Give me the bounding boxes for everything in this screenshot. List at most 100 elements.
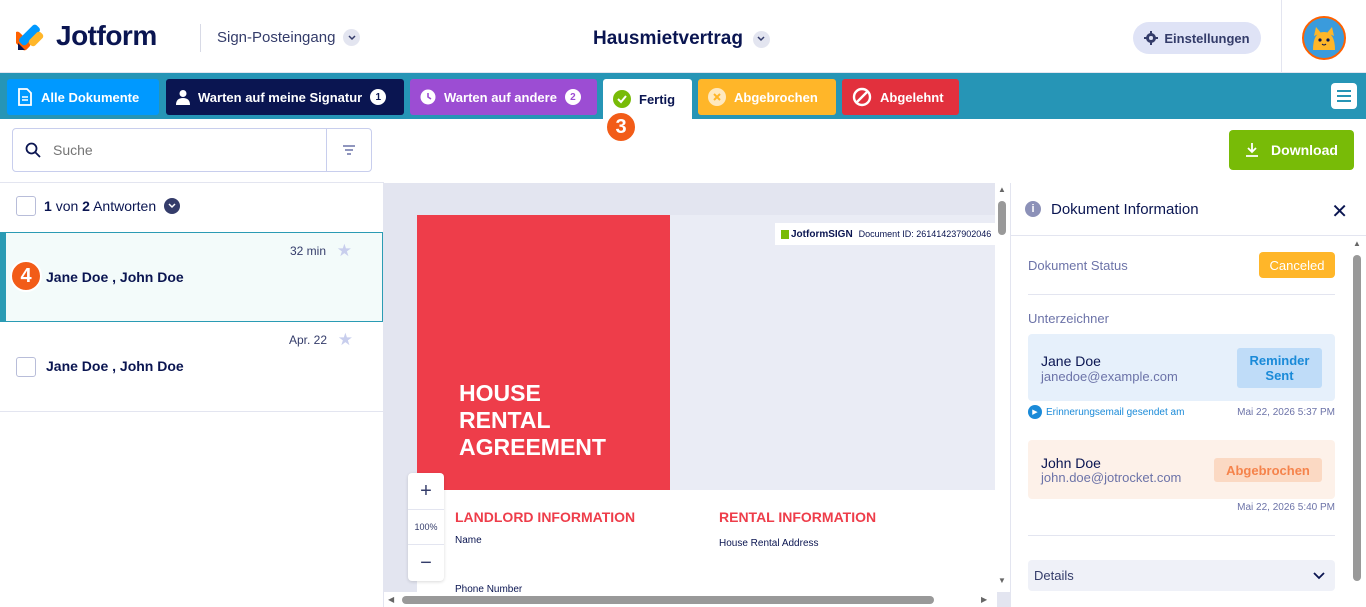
tab-declined-label: Abgelehnt	[880, 89, 944, 105]
status-badge: Canceled	[1259, 252, 1335, 278]
scroll-down-arrow[interactable]: ▼	[998, 576, 1006, 585]
prohibited-icon	[852, 87, 872, 107]
tab-declined[interactable]: Abgelehnt	[842, 79, 959, 115]
item-checkbox[interactable]	[16, 357, 36, 377]
rental-section-title: RENTAL INFORMATION	[719, 509, 877, 525]
avatar-cat-icon	[1304, 18, 1344, 58]
step-badge-4: 4	[10, 260, 42, 292]
divider	[1028, 535, 1335, 536]
jotform-sign-logo: JotformSIGN	[781, 229, 853, 240]
scrollbar-thumb[interactable]	[1353, 255, 1361, 581]
zoom-out-button[interactable]: −	[408, 545, 444, 581]
cover-title-line: AGREEMENT	[459, 434, 606, 460]
list-item[interactable]: Apr. 22 ★ Jane Doe , John Doe	[0, 322, 383, 412]
document-icon	[18, 88, 32, 106]
horizontal-scrollbar[interactable]: ◀ ▶	[384, 592, 995, 607]
cover-side-block	[670, 215, 997, 490]
cover-block: HOUSE RENTAL AGREEMENT	[417, 215, 670, 490]
name-field-label: Name	[455, 535, 482, 546]
scrollbar-thumb[interactable]	[998, 201, 1006, 235]
scroll-right-arrow[interactable]: ▶	[981, 595, 987, 604]
document-page: HOUSE RENTAL AGREEMENT JotformSIGN Docum…	[417, 215, 1005, 607]
count-of: von	[55, 198, 79, 214]
tab-waiting-others-label: Warten auf andere	[444, 89, 557, 105]
download-label: Download	[1271, 142, 1338, 158]
signer-status-badge: Reminder Sent	[1237, 348, 1322, 388]
count-total: 2	[82, 198, 90, 214]
item-time: 32 min	[289, 244, 326, 258]
settings-button[interactable]: Einstellungen	[1133, 22, 1261, 54]
search-input[interactable]	[53, 129, 326, 171]
chevron-down-icon[interactable]	[164, 198, 181, 214]
tab-done-label: Fertig	[639, 91, 676, 107]
search-icon	[13, 142, 53, 158]
settings-label: Einstellungen	[1164, 30, 1250, 46]
document-preview[interactable]: HOUSE RENTAL AGREEMENT JotformSIGN Docum…	[384, 183, 1010, 607]
scroll-up-arrow[interactable]: ▲	[998, 185, 1006, 194]
star-icon[interactable]: ★	[338, 330, 353, 350]
tab-waiting-my-signature[interactable]: Warten auf meine Signatur 1	[166, 79, 404, 115]
inbox-selector[interactable]: Sign-Posteingang	[217, 29, 361, 46]
scroll-up-arrow[interactable]: ▲	[1353, 239, 1361, 248]
close-icon[interactable]: ✕	[1331, 199, 1348, 224]
zoom-in-button[interactable]: +	[408, 473, 444, 509]
tab-canceled-label: Abgebrochen	[734, 89, 818, 105]
tab-canceled[interactable]: Abgebrochen	[698, 79, 836, 115]
jotform-logo[interactable]: Jotform	[16, 20, 157, 52]
hamburger-menu-button[interactable]	[1331, 83, 1357, 109]
signer-card: John Doe john.doe@jotrocket.com Abgebroc…	[1028, 440, 1335, 499]
signers-label: Unterzeichner	[1028, 311, 1109, 326]
vertical-scrollbar[interactable]: ▲ ▼	[995, 183, 1010, 592]
signer-card: Jane Doe janedoe@example.com Reminder Se…	[1028, 334, 1335, 401]
chevron-down-icon	[343, 29, 361, 46]
details-accordion[interactable]: Details	[1028, 560, 1335, 591]
menu-line	[1337, 100, 1351, 102]
submission-list: 1 von 2 Antworten 32 min ★ Jane Doe , Jo…	[0, 182, 384, 607]
document-id-box: JotformSIGN Document ID: 261414237902046	[775, 223, 1005, 245]
zoom-level: 100%	[408, 509, 444, 545]
select-all-checkbox[interactable]	[16, 196, 36, 216]
signer-status-badge: Abgebrochen	[1214, 458, 1322, 482]
star-icon[interactable]: ★	[337, 241, 352, 261]
scrollbar-thumb[interactable]	[402, 596, 934, 604]
tab-all-label: Alle Dokumente	[41, 89, 140, 105]
header-divider	[1281, 0, 1282, 73]
download-icon	[1246, 143, 1259, 157]
list-item[interactable]: 32 min ★ Jane Doe , John Doe	[0, 232, 383, 322]
tab-all-documents[interactable]: Alle Dokumente	[7, 79, 159, 115]
count-label: Antworten	[93, 198, 157, 214]
document-title: Hausmietvertrag	[593, 28, 743, 49]
reminder-text: Erinnerungsemail gesendet am	[1046, 406, 1185, 418]
brand-small-label: JotformSIGN	[791, 228, 853, 240]
panel-scrollbar[interactable]: ▲	[1350, 239, 1364, 589]
user-avatar[interactable]	[1302, 16, 1346, 60]
x-circle-icon	[708, 88, 726, 106]
filter-button[interactable]	[326, 129, 371, 171]
signer-name: Jane Doe	[1041, 353, 1101, 369]
list-count-row: 1 von 2 Antworten	[16, 196, 181, 216]
zoom-controls: + 100% −	[408, 473, 444, 581]
signer-name: John Doe	[1041, 455, 1101, 471]
reminder-row: ▶ Erinnerungsemail gesendet am Mai 22, 2…	[1028, 405, 1335, 419]
download-button[interactable]: Download	[1229, 130, 1354, 170]
count-current: 1	[44, 198, 52, 214]
header-divider	[200, 24, 201, 52]
menu-line	[1337, 90, 1351, 92]
list-count: 1 von 2 Antworten	[44, 198, 156, 214]
search-bar	[12, 128, 372, 172]
cancel-time: Mai 22, 2026 5:40 PM	[1237, 502, 1335, 513]
details-label: Details	[1034, 568, 1074, 583]
cover-title-line: RENTAL	[459, 407, 551, 433]
document-cover-title: HOUSE RENTAL AGREEMENT	[459, 380, 606, 461]
user-icon	[176, 90, 190, 105]
tab-waiting-others[interactable]: Warten auf andere 2	[410, 79, 597, 115]
scroll-left-arrow[interactable]: ◀	[388, 595, 394, 604]
status-label: Dokument Status	[1028, 258, 1128, 273]
divider	[1028, 294, 1335, 295]
landlord-section-title: LANDLORD INFORMATION	[455, 509, 636, 525]
document-title-selector[interactable]: Hausmietvertrag	[593, 28, 770, 50]
info-panel-title: Dokument Information	[1051, 200, 1199, 218]
reminder-time: Mai 22, 2026 5:37 PM	[1237, 406, 1335, 418]
address-field-label: House Rental Address	[719, 538, 819, 549]
status-tab-bar: Alle Dokumente Warten auf meine Signatur…	[0, 73, 1366, 119]
